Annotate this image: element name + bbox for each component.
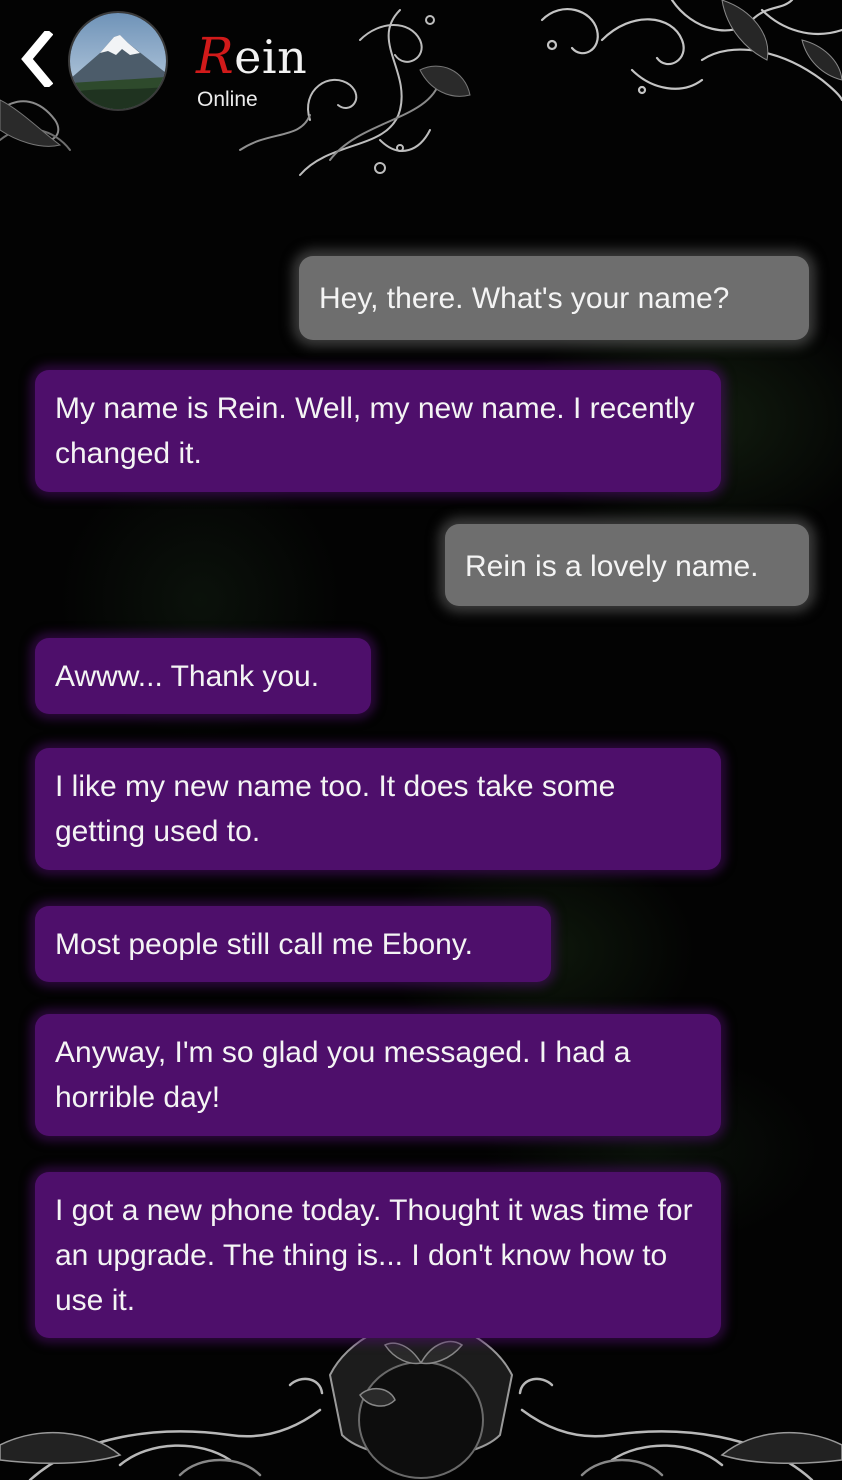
message-list: Hey, there. What's your name? My name is… bbox=[0, 0, 842, 1480]
message-bubble-incoming[interactable]: Anyway, I'm so glad you messaged. I had … bbox=[35, 1014, 721, 1136]
message-bubble-outgoing[interactable]: Hey, there. What's your name? bbox=[299, 256, 809, 340]
message-bubble-incoming[interactable]: I got a new phone today. Thought it was … bbox=[35, 1172, 721, 1338]
message-bubble-incoming[interactable]: I like my new name too. It does take som… bbox=[35, 748, 721, 870]
message-bubble-incoming[interactable]: Awww... Thank you. bbox=[35, 638, 371, 714]
message-bubble-incoming[interactable]: Most people still call me Ebony. bbox=[35, 906, 551, 982]
message-bubble-outgoing[interactable]: Rein is a lovely name. bbox=[445, 524, 809, 606]
message-bubble-incoming[interactable]: My name is Rein. Well, my new name. I re… bbox=[35, 370, 721, 492]
chat-screen: Rein Online Hey, there. What's your name… bbox=[0, 0, 842, 1480]
